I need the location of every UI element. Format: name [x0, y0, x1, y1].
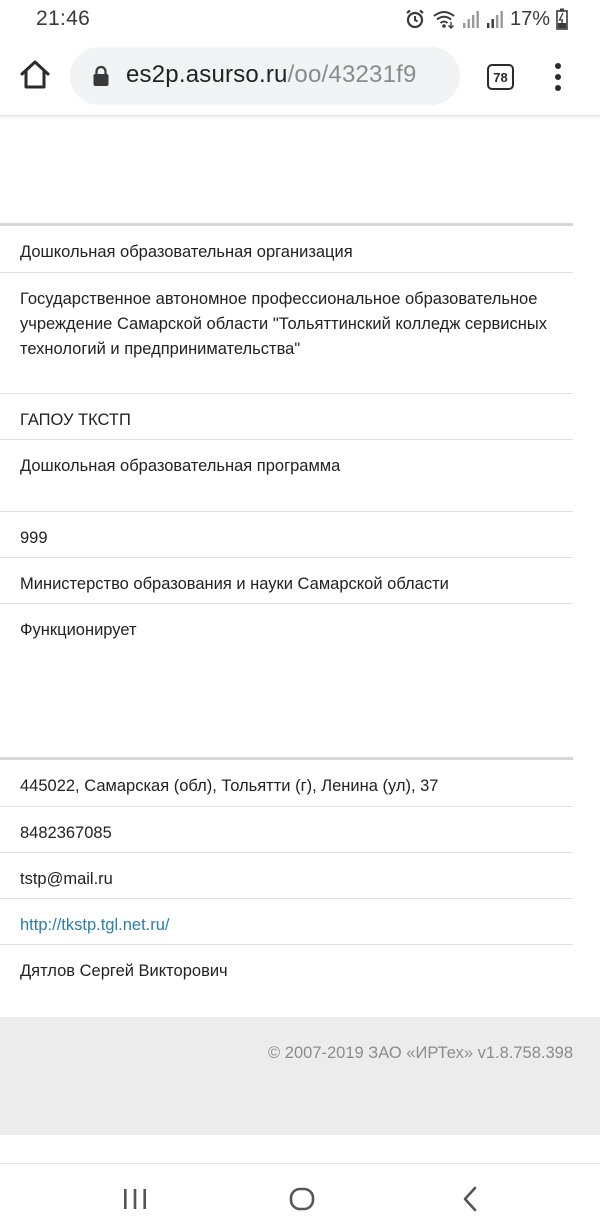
page-footer: © 2007-2019 ЗАО «ИРТех» v1.8.758.398 [0, 1017, 600, 1135]
info-row-full-name: Государственное автономное профессиональ… [0, 273, 573, 394]
info-row-founder: Министерство образования и науки Самарск… [0, 558, 573, 604]
battery-percent: 17% [509, 7, 550, 30]
lock-icon [93, 65, 109, 86]
info-row-code: 999 [0, 512, 573, 558]
tab-switcher-button[interactable]: 78 [487, 64, 514, 90]
info-row-program: Дошкольная образовательная программа [0, 440, 573, 512]
contact-value: Дятлов Сергей Викторович [20, 962, 228, 980]
info-value: Функционирует [20, 621, 137, 639]
screen: 21:46 17% es2p.asurso.ru/oo/43231f9 78 Д… [0, 0, 600, 1232]
address-bar[interactable]: es2p.asurso.ru/oo/43231f9 [70, 47, 460, 105]
battery-charging-icon [556, 8, 568, 30]
url-path: /oo/43231f9 [287, 61, 417, 88]
contact-value: 445022, Самарская (обл), Тольятти (г), Л… [20, 777, 439, 795]
contact-row-website: http://tkstp.tgl.net.ru/ [0, 899, 573, 945]
info-row-short-name: ГАПОУ ТКСТП [0, 394, 573, 440]
tab-count: 78 [493, 69, 508, 85]
info-value: Государственное автономное профессиональ… [20, 290, 547, 358]
info-value: ГАПОУ ТКСТП [20, 411, 131, 429]
home-circle-icon [289, 1187, 315, 1211]
status-icons: 17% [404, 6, 568, 32]
signal-icon-2 [486, 11, 503, 28]
info-row-status: Функционирует [0, 604, 573, 650]
status-time: 21:46 [36, 7, 91, 30]
contact-row-director: Дятлов Сергей Викторович [0, 945, 573, 991]
browser-toolbar: es2p.asurso.ru/oo/43231f9 78 [0, 38, 600, 116]
url-text: es2p.asurso.ru/oo/43231f9 [126, 61, 456, 89]
home-icon [20, 60, 50, 89]
status-bar: 21:46 17% [0, 0, 600, 38]
home-button[interactable] [18, 58, 52, 92]
recents-icon [124, 1189, 146, 1209]
more-vert-icon [555, 63, 561, 91]
contact-row-email: tstp@mail.ru [0, 853, 573, 899]
website-link[interactable]: http://tkstp.tgl.net.ru/ [20, 916, 170, 934]
signal-icon [462, 11, 479, 28]
contact-value: tstp@mail.ru [20, 870, 113, 888]
info-row-org-type: Дошкольная образовательная организация [0, 226, 573, 273]
menu-button[interactable] [550, 60, 566, 94]
copyright-text: © 2007-2019 ЗАО «ИРТех» v1.8.758.398 [268, 1044, 573, 1062]
system-home-button[interactable] [288, 1185, 316, 1213]
info-value: Дошкольная образовательная организация [20, 243, 353, 261]
info-value: Дошкольная образовательная программа [20, 457, 341, 475]
contact-value: 8482367085 [20, 824, 112, 842]
contact-row-phone: 8482367085 [0, 807, 573, 853]
alarm-icon [406, 9, 424, 29]
info-value: Министерство образования и науки Самарск… [20, 575, 449, 593]
back-button[interactable] [460, 1185, 480, 1213]
url-domain: es2p.asurso.ru [126, 61, 288, 88]
info-value: 999 [20, 529, 48, 547]
recents-button[interactable] [122, 1187, 148, 1211]
back-icon [463, 1186, 477, 1212]
contact-row-address: 445022, Самарская (обл), Тольятти (г), Л… [0, 760, 573, 807]
wifi-icon [433, 11, 455, 29]
system-nav-bar [0, 1163, 600, 1232]
